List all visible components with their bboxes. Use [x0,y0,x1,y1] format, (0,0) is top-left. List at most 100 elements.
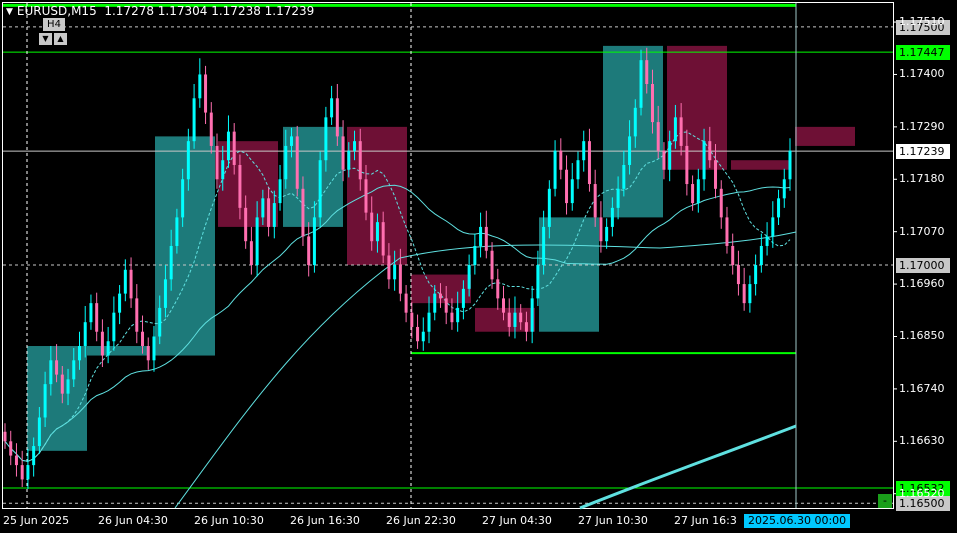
candle-body [536,265,540,299]
candle-body [576,160,580,180]
candle-body [146,346,150,361]
candle-body [702,141,706,180]
candle-body [696,179,700,204]
symbol-title[interactable]: ▼ EURUSD,M15 1.17278 1.17304 1.17238 1.17… [6,4,314,18]
candle-body [759,245,763,266]
candle-body [530,298,534,332]
symbol-timeframe: EURUSD,M15 [16,4,97,18]
candle-body [777,198,781,218]
candle-body [410,312,414,327]
candle-body [507,312,511,327]
candle-body [49,360,53,385]
candle-body [60,374,64,394]
candle-body [141,331,145,347]
candle-body [490,250,494,280]
candle-body [645,60,649,84]
dropdown-arrow-icon[interactable]: ▼ [6,7,13,17]
candle-body [725,217,729,246]
candle-body [444,298,448,313]
collapse-button[interactable]: - [878,494,892,508]
candle-body [570,179,574,204]
timeframe-switcher[interactable]: H4 ▼ ▲ [39,18,69,46]
candle-body [679,117,683,146]
candle-body [513,312,517,327]
timeframe-down-button[interactable]: ▼ [39,33,52,45]
candle-body [295,136,299,189]
candle-body [204,74,208,113]
plot-border [2,2,894,509]
candle-body [89,303,93,323]
candle-body [135,298,139,332]
candle-body [20,465,24,480]
candle-body [754,265,758,285]
candle-body [32,446,36,466]
candle-body [427,312,431,332]
candle-body [628,136,632,165]
price-axis-label: 1.16960 [899,277,945,291]
price-axis-label: 1.17180 [899,172,945,186]
candle-body [37,417,41,447]
candle-body [330,98,334,118]
candle-body [673,117,677,142]
candle-body [610,207,614,227]
candle-body [771,217,775,237]
candle-body [456,307,460,323]
candle-body [599,217,603,242]
candle-body [289,136,293,146]
crosshair-time-label: 2025.06.30 00:00 [744,514,851,528]
candle-body [312,217,316,266]
time-axis-label: 26 Jun 22:30 [386,514,456,527]
candle-body [736,265,740,285]
candle-body [221,160,225,180]
h4-box [87,346,147,356]
candle-body [479,226,483,246]
candle-body [714,160,718,189]
candle-body [524,322,528,332]
candle-body [616,188,620,208]
candle-body [100,331,104,356]
price-axis-label: 1.17290 [899,119,945,133]
price-axis-label: 1.16520 [899,486,945,500]
h4-candle-boxes [27,45,855,451]
candle-body [685,145,689,185]
candle-body [731,245,735,266]
candle-body [438,293,442,299]
candle-body [123,269,127,294]
h4-box [603,45,663,218]
candle-body [163,279,167,308]
candle-body [656,122,660,151]
plot-area[interactable] [0,0,957,533]
candle-body [668,141,672,170]
candle-body [622,164,626,189]
price-axis-label: 1.17510 [899,15,945,29]
candle-body [461,288,465,308]
timeframe-up-button[interactable]: ▲ [54,33,67,45]
candle-body [209,112,213,146]
time-axis-label: 26 Jun 04:30 [98,514,168,527]
candle-body [484,226,488,251]
candle-body [547,188,551,227]
candle-body [416,326,420,342]
price-axis-label: 1.16630 [899,434,945,448]
candle-body [249,241,253,266]
time-axis-label: 26 Jun 10:30 [194,514,264,527]
h4-box [731,160,791,170]
candle-body [158,307,162,337]
candle-body [393,265,397,280]
ma-h4 [174,231,797,509]
candle-body [358,141,362,180]
candle-body [467,265,471,289]
candle-body [26,465,30,480]
candle-body [605,226,609,242]
candle-body [152,336,156,361]
candle-body [77,346,81,361]
candle-body [748,284,752,304]
time-axis-label: 27 Jun 10:30 [578,514,648,527]
h4-box [539,217,599,332]
chart-window[interactable]: ▼ EURUSD,M15 1.17278 1.17304 1.17238 1.17… [0,0,957,533]
candle-body [639,60,643,108]
candle-body [318,160,322,218]
candle-body [370,212,374,242]
time-axis-label: 26 Jun 16:30 [290,514,360,527]
price-axis-label: 1.16740 [899,381,945,395]
